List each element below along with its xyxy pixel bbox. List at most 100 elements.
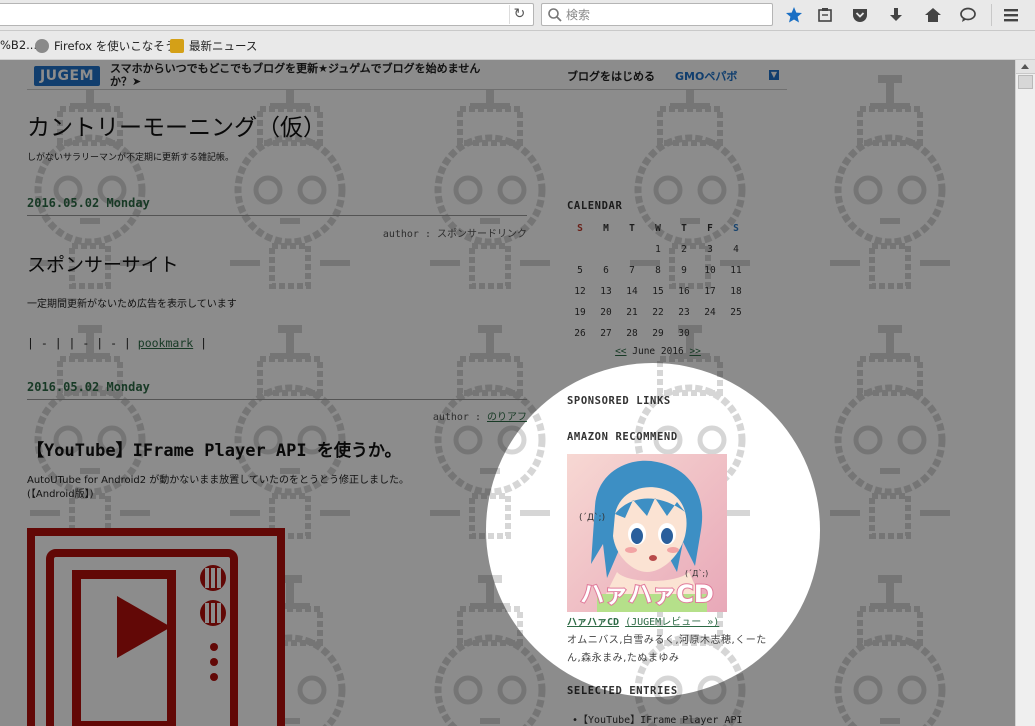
entry-body: 一定期間更新がないため広告を表示しています [27,299,237,310]
reload-icon[interactable]: ↻ [509,5,529,24]
calendar-weekday: F [707,223,713,234]
calendar: S M T W T F S 1 2 3 4 5 6 7 8 9 10 11 12 13 14 15 16 17 18 19 20 21… [567,222,749,357]
amazon-recommend-heading: AMAZON RECOMMEND [567,431,678,443]
play-icon [117,596,171,658]
calendar-prev-link[interactable]: << [615,346,626,357]
dropdown-arrow-icon[interactable]: ▼ [769,70,779,80]
url-bar[interactable]: ↻ [0,3,534,26]
hamburger-menu-icon[interactable] [999,4,1023,26]
author-link[interactable]: のりアフ [487,412,527,423]
calendar-day [619,243,645,256]
calendar-day: 14 [626,286,638,297]
author-prefix: author : [382,229,437,240]
calendar-month: June 2016 [626,346,690,357]
search-bar[interactable] [541,3,773,26]
search-icon [548,8,562,22]
entry-author: author : のりアフ [433,408,527,423]
entry-author: author : スポンサードリンク [383,225,527,240]
scroll-up-arrow-icon[interactable] [1016,60,1035,74]
amazon-product-image[interactable]: (´Д`;) (´Д`;) ハァハァCD [567,454,727,612]
scrollbar-thumb[interactable] [1018,75,1033,89]
entry-body: (【Android版】) [27,489,94,500]
rss-feed-icon [170,39,184,53]
calendar-day: 25 [730,307,742,318]
calendar-day: 20 [600,307,612,318]
home-icon[interactable] [921,4,945,26]
bookmark-label: 最新ニュース [189,39,258,53]
calendar-next-link[interactable]: >> [689,346,700,357]
calendar-day: 4 [733,244,739,255]
calendar-day: 9 [681,265,687,276]
amazon-product-title: ハァハァCD (JUGEMレビュー ») [567,613,719,628]
entry-title[interactable]: スポンサーサイト [27,250,179,277]
author-prefix: author : [432,412,487,423]
search-input[interactable] [566,6,766,23]
blog-title[interactable]: カントリーモーニング（仮） [27,108,326,142]
calendar-day: 23 [678,307,690,318]
calendar-weekday: T [681,223,687,234]
blog-description: しがないサラリーマンが不定期に更新する雑記帳。 [27,153,235,163]
calendar-day: 27 [600,328,612,339]
download-icon[interactable] [884,4,908,26]
calendar-grid: S M T W T F S 1 2 3 4 5 6 7 8 9 10 11 12 13 14 15 16 17 18 19 20 21… [567,222,749,340]
bookmark-star-icon[interactable] [782,4,806,26]
calendar-day: 28 [626,328,638,339]
speaker-dot-icon [210,643,218,651]
calendar-day: 26 [574,328,586,339]
calendar-day: 8 [655,265,661,276]
chat-icon[interactable] [956,4,980,26]
speaker-dot-icon [210,658,218,666]
entry-links-suffix: | [193,336,208,350]
bookmark-item[interactable]: 最新ニュース [170,38,257,54]
jugem-review-link[interactable]: (JUGEMレビュー ») [625,617,719,628]
calendar-weekday: T [629,223,635,234]
bookmark-item[interactable]: %B2... [0,38,37,52]
jugem-promo-link[interactable]: スマホからいつでもどこでもブログを更新★ジュゲムでブログを始めませんか？➤ [110,62,490,88]
vertical-scrollbar[interactable] [1015,60,1035,726]
selected-entry-link[interactable]: •【YouTube】IFrame Player API [572,711,743,726]
entry-title[interactable]: 【YouTube】IFrame Player API を使うか。 [27,436,402,461]
bookmarks-menu-icon[interactable] [813,4,837,26]
entry-date: 2016.05.02 Monday [27,380,150,394]
calendar-day: 24 [704,307,716,318]
entry-date: 2016.05.02 Monday [27,196,150,210]
entry-links-prefix: | - | | - | - | [27,336,138,350]
entry-body: AutoUTube for Android2 が動かないまま放置していたのをとう… [27,475,409,486]
selected-entries-heading: SELECTED ENTRIES [567,685,678,697]
bookmarks-toolbar: %B2... Firefox を使いこなそう 最新ニュース [0,31,1035,60]
bookmark-item[interactable]: Firefox を使いこなそう [35,38,176,54]
pookmark-link[interactable]: pookmark [138,336,193,350]
divider [27,215,527,216]
calendar-day: 3 [707,244,713,255]
jugem-logo[interactable]: JUGEM [34,66,100,86]
calendar-day [723,327,749,340]
calendar-day [697,327,723,340]
calendar-day: 19 [574,307,586,318]
author-name: スポンサードリンク [437,229,527,240]
calendar-day: 7 [629,265,635,276]
browser-toolbar: ↻ [0,0,1035,31]
calendar-day: 2 [681,244,687,255]
pocket-icon[interactable] [848,4,872,26]
web-page: JUGEM スマホからいつでもどこでもブログを更新★ジュゲムでブログを始めません… [0,60,1015,726]
knob-icon [200,565,226,591]
calendar-day: 1 [655,244,661,255]
amazon-product-credits: オムニバス,白雪みるく,河原木志穂,くーたん,森永まみ,たぬまゆみ [567,635,767,664]
calendar-day: 15 [652,286,664,297]
bookmark-label: %B2... [0,38,38,52]
amazon-product-link[interactable]: ハァハァCD [567,617,619,628]
calendar-day: 16 [678,286,690,297]
calendar-day: 12 [574,286,586,297]
calendar-day: 11 [730,265,742,276]
image-decoration: (´Д`;) [685,568,708,578]
gmo-pepabo-logo[interactable]: GMOペパボ [675,68,737,84]
calendar-day [593,243,619,256]
calendar-day: 30 [678,328,690,339]
knob-icon [200,600,226,626]
image-cover-title: ハァハァCD [580,580,714,608]
calendar-day: 10 [704,265,716,276]
entry-links: | - | | - | - | pookmark | [27,336,207,350]
start-blog-link[interactable]: ブログをはじめる [567,68,655,84]
firefox-icon [35,39,49,53]
sponsored-links-heading: SPONSORED LINKS [567,395,671,407]
